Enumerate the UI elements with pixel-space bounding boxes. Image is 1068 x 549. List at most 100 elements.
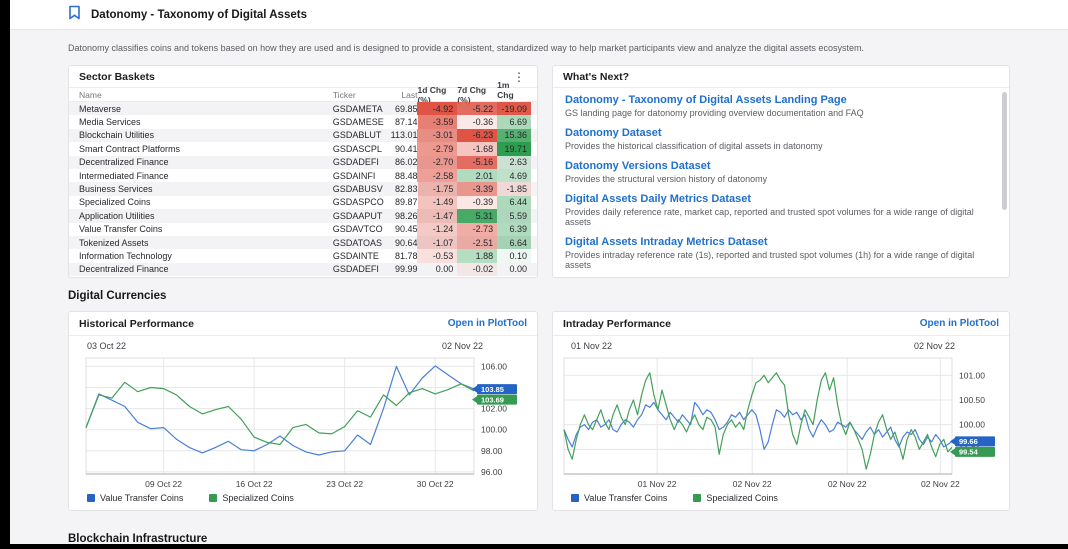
cell-last: 98.26 bbox=[383, 209, 418, 222]
legend-swatch-icon bbox=[87, 494, 95, 502]
last-value-badge-text: 99.54 bbox=[959, 448, 979, 457]
cell-ticker: GSDATOAS bbox=[333, 236, 383, 249]
col-ticker: Ticker bbox=[333, 90, 383, 100]
legend-swatch-icon bbox=[693, 494, 701, 502]
table-row[interactable]: Value Transfer CoinsGSDAVTCO90.45-1.24-2… bbox=[69, 223, 537, 236]
series-line-value-transfer-coins bbox=[564, 402, 952, 449]
whats-next-link[interactable]: Digital Assets Intraday Metrics Dataset bbox=[565, 236, 995, 248]
table-row[interactable]: MetaverseGSDAMETA69.85-4.92-5.22-19.09 bbox=[69, 102, 537, 115]
table-row[interactable]: Blockchain UtilitiesGSDABLUT113.01-3.01-… bbox=[69, 129, 537, 142]
whats-next-desc: GS landing page for datonomy providing o… bbox=[565, 108, 995, 118]
cell-name: Business Services bbox=[79, 182, 333, 195]
whats-next-link[interactable]: Datonomy - Taxonomy of Digital Assets La… bbox=[565, 94, 995, 106]
cell-ticker: GSDAVTCO bbox=[333, 223, 383, 236]
table-row[interactable]: Tokenized AssetsGSDATOAS90.64-1.07-2.516… bbox=[69, 236, 537, 249]
table-row[interactable]: Decentralized FinanceGSDADEFI99.990.00-0… bbox=[69, 263, 537, 276]
whats-next-link[interactable]: Datonomy Dataset bbox=[565, 127, 995, 139]
x-axis-label: 16 Oct 22 bbox=[236, 479, 273, 489]
cell-ticker: GSDASPCO bbox=[333, 196, 383, 209]
table-row[interactable]: Business ServicesGSDABUSV82.83-1.75-3.39… bbox=[69, 182, 537, 195]
legend-label: Specialized Coins bbox=[706, 493, 778, 503]
cell-name: Decentralized Finance bbox=[79, 263, 333, 276]
table-row[interactable]: Information TechnologyGSDAINTE81.78-0.53… bbox=[69, 249, 537, 262]
chart-legend: Value Transfer Coins Specialized Coins bbox=[69, 490, 537, 503]
cell-name: Smart Contract Platforms bbox=[79, 142, 333, 155]
cell-last: 69.85 bbox=[383, 102, 418, 115]
cell-1m-chg: -1.85 bbox=[497, 182, 531, 195]
whats-next-item: Datonomy Versions DatasetProvides the st… bbox=[565, 160, 995, 184]
cell-1d-chg: -1.24 bbox=[417, 223, 457, 236]
y-axis-label: 101.00 bbox=[959, 370, 985, 380]
cell-1m-chg: 0.10 bbox=[497, 249, 531, 262]
cell-last: 90.64 bbox=[383, 236, 418, 249]
section-blockchain-infrastructure: Blockchain Infrastructure bbox=[68, 533, 1020, 544]
cell-7d-chg: -6.23 bbox=[457, 129, 497, 142]
legend-swatch-icon bbox=[571, 494, 579, 502]
cell-name: Media Services bbox=[79, 115, 333, 128]
y-axis-label: 102.00 bbox=[481, 404, 507, 414]
cell-1d-chg: -2.79 bbox=[417, 142, 457, 155]
chart-start-date: 01 Nov 22 bbox=[571, 341, 612, 354]
x-axis-label: 30 Oct 22 bbox=[417, 479, 454, 489]
whats-next-item: Digital Assets Daily Metrics DatasetProv… bbox=[565, 193, 995, 227]
cell-ticker: GSDAAPUT bbox=[333, 209, 383, 222]
cell-last: 90.41 bbox=[383, 142, 418, 155]
cell-last: 88.48 bbox=[383, 169, 418, 182]
cell-1m-chg: 15.36 bbox=[497, 129, 531, 142]
cell-name: Information Technology bbox=[79, 249, 333, 262]
legend-item[interactable]: Value Transfer Coins bbox=[87, 493, 183, 503]
legend-item[interactable]: Value Transfer Coins bbox=[571, 493, 667, 503]
cell-last: 90.45 bbox=[383, 223, 418, 236]
table-row[interactable]: Smart Contract PlatformsGSDASCPL90.41-2.… bbox=[69, 142, 537, 155]
historical-performance-panel: Historical Performance Open in PlotTool … bbox=[68, 311, 538, 511]
historical-performance-title: Historical Performance bbox=[79, 318, 194, 330]
cell-1m-chg: 19.71 bbox=[497, 142, 531, 155]
cell-ticker: GSDADEFI bbox=[333, 263, 383, 276]
bookmark-icon[interactable] bbox=[68, 5, 81, 25]
cell-7d-chg: 1.88 bbox=[457, 249, 497, 262]
section-digital-currencies: Digital Currencies bbox=[68, 290, 1020, 302]
table-row[interactable]: Decentralized FinanceGSDADEFI86.02-2.70-… bbox=[69, 156, 537, 169]
legend-item[interactable]: Specialized Coins bbox=[693, 493, 778, 503]
whats-next-desc: Provides intraday reference rate (1s), r… bbox=[565, 250, 995, 270]
cell-1d-chg: -1.47 bbox=[417, 209, 457, 222]
cell-name: Intermediated Finance bbox=[79, 169, 333, 182]
cell-1d-chg: -2.58 bbox=[417, 169, 457, 182]
cell-last: 82.83 bbox=[383, 182, 418, 195]
cell-7d-chg: -1.68 bbox=[457, 142, 497, 155]
legend-item[interactable]: Specialized Coins bbox=[209, 493, 294, 503]
cell-1d-chg: -2.70 bbox=[417, 156, 457, 169]
cell-1d-chg: -0.53 bbox=[417, 249, 457, 262]
open-in-plottool-link[interactable]: Open in PlotTool bbox=[448, 318, 527, 329]
table-row[interactable]: Intermediated FinanceGSDAINFI88.48-2.582… bbox=[69, 169, 537, 182]
x-axis-label: 09 Oct 22 bbox=[145, 479, 182, 489]
chart-date-range: 01 Nov 22 02 Nov 22 bbox=[553, 336, 1009, 354]
chart-date-range: 03 Oct 22 02 Nov 22 bbox=[69, 336, 537, 354]
cell-1d-chg: -1.07 bbox=[417, 236, 457, 249]
col-name: Name bbox=[79, 90, 333, 100]
x-axis-label: 02 Nov 22 bbox=[733, 479, 772, 489]
cell-last: 113.01 bbox=[383, 129, 418, 142]
y-axis-label: 98.00 bbox=[481, 446, 503, 456]
table-row[interactable]: Specialized CoinsGSDASPCO89.87-1.49-0.39… bbox=[69, 196, 537, 209]
series-line-value-transfer-coins bbox=[86, 366, 474, 455]
open-in-plottool-link[interactable]: Open in PlotTool bbox=[920, 318, 999, 329]
chart-start-date: 03 Oct 22 bbox=[87, 341, 126, 354]
last-value-badge-text: 99.66 bbox=[959, 437, 978, 446]
table-row[interactable]: Media ServicesGSDAMESE87.14-3.59-0.366.6… bbox=[69, 115, 537, 128]
cell-name: Value Transfer Coins bbox=[79, 223, 333, 236]
cell-ticker: GSDAMESE bbox=[333, 115, 383, 128]
whats-next-link[interactable]: Datonomy Versions Dataset bbox=[565, 160, 995, 172]
col-last: Last bbox=[383, 90, 418, 100]
whats-next-link[interactable]: Digital Assets Daily Metrics Dataset bbox=[565, 193, 995, 205]
x-axis-label: 02 Nov 22 bbox=[828, 479, 867, 489]
x-axis-label: 02 Nov 22 bbox=[921, 479, 960, 489]
table-row[interactable]: Application UtilitiesGSDAAPUT98.26-1.475… bbox=[69, 209, 537, 222]
cell-1d-chg: -1.49 bbox=[418, 196, 458, 209]
cell-ticker: GSDASCPL bbox=[333, 142, 383, 155]
scrollbar-thumb[interactable] bbox=[1002, 92, 1007, 210]
chart-end-date: 02 Nov 22 bbox=[442, 341, 483, 354]
cell-name: Tokenized Assets bbox=[79, 236, 333, 249]
app-window: Datonomy - Taxonomy of Digital Assets Da… bbox=[10, 0, 1068, 544]
chart-end-date: 02 Nov 22 bbox=[914, 341, 955, 354]
